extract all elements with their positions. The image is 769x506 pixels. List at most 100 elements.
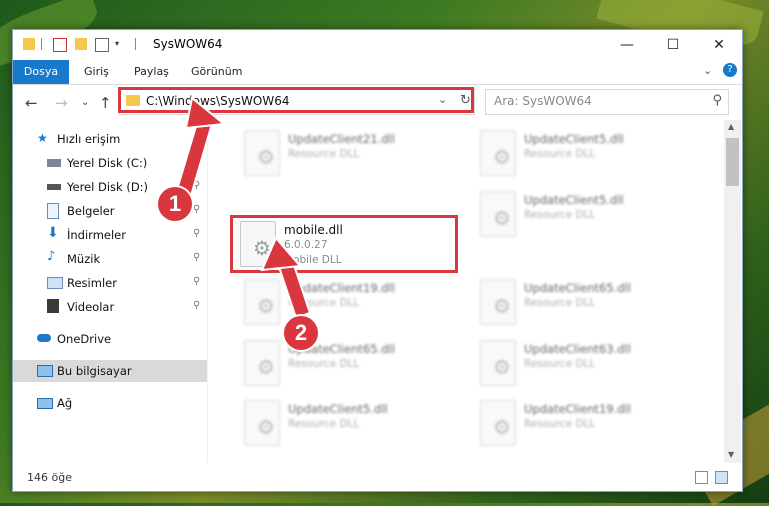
vertical-scrollbar[interactable]: ▲ ▼ [724, 120, 741, 463]
scroll-thumb[interactable] [726, 138, 739, 186]
drive-icon [47, 184, 61, 190]
navigation-pane: ★ Hızlı erişim Yerel Disk (C:) ⚲ Yerel D… [13, 120, 207, 463]
pin-icon[interactable]: ⚲ [193, 180, 200, 191]
address-highlight-box [118, 87, 474, 113]
file-item[interactable]: ⚙ UpdateClient5.dll Resource DLL [474, 187, 700, 243]
gear-icon: ⚙ [493, 294, 511, 318]
tab-file[interactable]: Dosya [13, 60, 69, 84]
nav-item-videos[interactable]: Videolar ⚲ [13, 296, 207, 318]
scroll-down-icon[interactable]: ▼ [728, 450, 734, 459]
network-icon [37, 398, 53, 409]
nav-item-this-pc[interactable]: Bu bilgisayar [13, 360, 207, 382]
file-item[interactable]: ⚙ UpdateClient21.dll Resource DLL [238, 126, 464, 182]
computer-icon [37, 365, 53, 377]
file-name: mobile.dll [284, 223, 343, 237]
file-item[interactable]: ⚙ UpdateClient5.dll Resource DLL [238, 396, 464, 452]
dll-file-icon: ⚙ [244, 130, 280, 176]
nav-item-pictures[interactable]: Resimler ⚲ [13, 272, 207, 294]
file-version: 6.0.0.27 [284, 239, 328, 251]
navigation-bar: ← → ⌄ ↑ C:\Windows\SysWOW64 ⌄ ↻ Ara: Sys… [13, 85, 742, 119]
dll-file-icon: ⚙ [480, 340, 516, 386]
file-item[interactable]: ⚙ UpdateClient19.dll Resource DLL [238, 275, 464, 331]
file-item[interactable]: ⚙ UpdateClient19.dll Resource DLL [474, 396, 700, 452]
file-item[interactable]: ⚙ UpdateClient5.dll Resource DLL [474, 126, 700, 182]
search-box[interactable]: Ara: SysWOW64 ⚲ [485, 89, 729, 115]
gear-icon: ⚙ [257, 355, 275, 379]
file-item[interactable]: ⚙ UpdateClient63.dll Resource DLL [474, 336, 700, 392]
view-options-icon[interactable] [95, 38, 109, 52]
search-input[interactable]: Ara: SysWOW64 [494, 94, 592, 108]
file-type: Mobile DLL [284, 254, 342, 266]
forward-arrow-icon[interactable]: → [55, 94, 68, 112]
gear-icon: ⚙ [493, 415, 511, 439]
nav-item-onedrive[interactable]: OneDrive [13, 328, 207, 350]
minimize-button[interactable]: — [604, 30, 650, 60]
tab-home[interactable]: Giriş [84, 60, 109, 84]
pin-icon[interactable]: ⚲ [193, 204, 200, 215]
explorer-window: ▾ SysWOW64 — ☐ ✕ Dosya Giriş Paylaş Görü… [12, 29, 743, 492]
dll-file-icon: ⚙ [244, 400, 280, 446]
gear-icon: ⚙ [493, 145, 511, 169]
scroll-up-icon[interactable]: ▲ [728, 122, 734, 131]
star-icon: ★ [37, 131, 48, 145]
recent-locations-icon[interactable]: ⌄ [81, 97, 89, 108]
new-folder-icon[interactable] [75, 38, 87, 50]
callout-number-2: 2 [284, 316, 318, 350]
gear-icon: ⚙ [257, 145, 275, 169]
status-bar: 146 öğe [13, 466, 742, 490]
separator-icon [41, 38, 42, 50]
dll-file-icon: ⚙ [240, 221, 276, 267]
tab-view[interactable]: Görünüm [191, 60, 242, 84]
documents-icon [47, 203, 59, 219]
item-count: 146 öğe [27, 471, 72, 484]
dll-file-icon: ⚙ [480, 191, 516, 237]
ribbon-expand-icon[interactable]: ⌄ [703, 64, 712, 77]
title-bar: ▾ SysWOW64 — ☐ ✕ [13, 30, 742, 60]
properties-icon[interactable] [53, 38, 67, 52]
onedrive-icon [37, 334, 51, 342]
pin-icon[interactable]: ⚲ [193, 156, 200, 167]
gear-icon: ⚙ [257, 415, 275, 439]
gear-icon: ⚙ [493, 355, 511, 379]
help-icon[interactable]: ? [723, 63, 737, 77]
pictures-icon [47, 277, 63, 289]
dll-file-icon: ⚙ [244, 279, 280, 325]
gear-icon: ⚙ [493, 206, 511, 230]
file-item[interactable]: ⚙ UpdateClient65.dll Resource DLL [474, 275, 700, 331]
nav-item-local-disk-c[interactable]: Yerel Disk (C:) ⚲ [13, 152, 207, 174]
folder-icon [23, 38, 35, 50]
file-list: ⚙ UpdateClient21.dll Resource DLL ⚙ mobi… [208, 120, 724, 463]
file-item[interactable]: ⚙ UpdateClient65.dll Resource DLL [238, 336, 464, 392]
nav-item-network[interactable]: Ağ [13, 392, 207, 414]
download-icon: ⬇ [47, 225, 59, 241]
maximize-button[interactable]: ☐ [650, 30, 696, 60]
callout-number-1: 1 [158, 187, 192, 221]
tab-share[interactable]: Paylaş [134, 60, 169, 84]
pin-icon[interactable]: ⚲ [193, 228, 200, 239]
back-arrow-icon[interactable]: ← [25, 94, 38, 112]
dll-file-icon: ⚙ [480, 279, 516, 325]
file-item-mobile-dll[interactable]: ⚙ mobile.dll 6.0.0.27 Mobile DLL [234, 217, 460, 273]
dll-file-icon: ⚙ [244, 340, 280, 386]
close-button[interactable]: ✕ [696, 30, 742, 60]
dll-file-icon: ⚙ [480, 130, 516, 176]
nav-item-music[interactable]: ♪ Müzik ⚲ [13, 248, 207, 270]
search-icon[interactable]: ⚲ [712, 93, 722, 108]
nav-item-downloads[interactable]: ⬇ İndirmeler ⚲ [13, 224, 207, 246]
gear-icon: ⚙ [253, 236, 271, 260]
separator-icon [135, 38, 136, 50]
pin-icon[interactable]: ⚲ [193, 300, 200, 311]
ribbon-tabs: Dosya Giriş Paylaş Görünüm ⌄ ? [13, 60, 742, 85]
pin-icon[interactable]: ⚲ [193, 276, 200, 287]
drive-icon [47, 159, 61, 167]
music-icon: ♪ [47, 249, 56, 264]
up-arrow-icon[interactable]: ↑ [99, 94, 112, 112]
pin-icon[interactable]: ⚲ [193, 252, 200, 263]
large-icons-view-icon[interactable] [715, 471, 728, 484]
video-icon [47, 299, 59, 313]
details-view-icon[interactable] [695, 471, 708, 484]
dll-file-icon: ⚙ [480, 400, 516, 446]
nav-item-quick-access[interactable]: ★ Hızlı erişim [13, 128, 207, 150]
customize-toolbar-icon[interactable]: ▾ [115, 38, 127, 50]
gear-icon: ⚙ [257, 294, 275, 318]
